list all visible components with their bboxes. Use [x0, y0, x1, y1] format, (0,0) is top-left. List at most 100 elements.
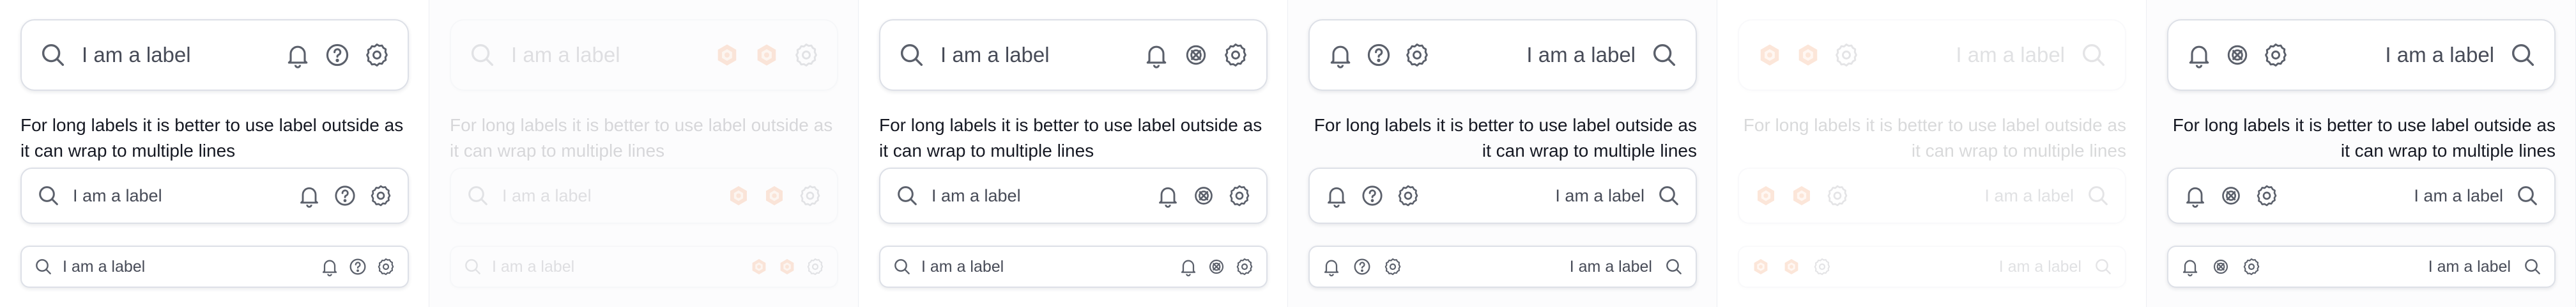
broken-icon[interactable] [713, 41, 741, 69]
search-field-sm[interactable]: I am a label [450, 246, 838, 288]
search-field-sm[interactable]: I am a label [20, 246, 409, 288]
outside-label-note: For long labels it is better to use labe… [20, 115, 404, 161]
settings-icon[interactable] [1227, 183, 1252, 209]
broken-icon[interactable] [726, 183, 751, 209]
broken-icon[interactable] [753, 41, 781, 69]
trailing-icons [716, 183, 823, 209]
bell-icon[interactable] [1326, 41, 1354, 69]
settings-icon[interactable] [2241, 256, 2262, 277]
settings-icon[interactable] [1832, 41, 1860, 69]
bell-icon[interactable] [296, 183, 322, 209]
search-field-lg[interactable]: I am a label [1738, 19, 2126, 91]
broken-icon[interactable] [1781, 256, 1802, 277]
field-label: I am a label [1526, 43, 1636, 67]
broken-icon[interactable] [1789, 183, 1814, 209]
field-label: I am a label [502, 185, 592, 205]
search-field-lg[interactable]: I am a label [879, 19, 1268, 91]
bell-icon[interactable] [1178, 256, 1199, 277]
unknown-icon[interactable] [2211, 256, 2231, 277]
trailing-icons [2180, 256, 2272, 277]
unknown-icon[interactable] [2218, 183, 2244, 209]
trailing-icons [1170, 256, 1255, 277]
search-icon [1664, 256, 1684, 277]
help-icon[interactable] [1360, 183, 1385, 209]
settings-icon[interactable] [1825, 183, 1850, 209]
bell-icon[interactable] [2180, 256, 2200, 277]
field-label: I am a label [2385, 43, 2494, 67]
search-field-sm[interactable]: I am a label [1738, 246, 2126, 288]
search-field-sm[interactable]: I am a label [1308, 246, 1697, 288]
search-icon [2515, 183, 2540, 209]
broken-icon[interactable] [1756, 41, 1784, 69]
bell-icon[interactable] [284, 41, 312, 69]
help-icon[interactable] [332, 183, 358, 209]
search-field-md[interactable]: I am a label [2167, 168, 2556, 224]
search-field-sm[interactable]: I am a label [2167, 246, 2556, 288]
settings-icon[interactable] [2262, 41, 2290, 69]
field-label: I am a label [63, 257, 146, 276]
search-icon [2085, 183, 2111, 209]
trailing-icons [1324, 183, 1431, 209]
broken-icon[interactable] [1794, 41, 1822, 69]
settings-icon[interactable] [797, 183, 823, 209]
field-label: I am a label [1998, 257, 2082, 276]
search-icon [2522, 256, 2543, 277]
trailing-icons [2182, 183, 2290, 209]
bell-icon[interactable] [2182, 183, 2208, 209]
search-field-sm[interactable]: I am a label [879, 246, 1268, 288]
unknown-icon[interactable] [2223, 41, 2251, 69]
search-field-lg[interactable]: I am a label [2167, 19, 2556, 91]
trailing-icons [1756, 41, 1871, 69]
search-field-md[interactable]: I am a label [450, 168, 838, 224]
bell-icon[interactable] [1155, 183, 1181, 209]
search-icon [38, 40, 68, 70]
unknown-icon[interactable] [1206, 256, 1227, 277]
search-field-md[interactable]: I am a label [1308, 168, 1697, 224]
settings-icon[interactable] [368, 183, 394, 209]
bell-icon[interactable] [2185, 41, 2213, 69]
search-icon [1650, 40, 1679, 70]
settings-icon[interactable] [376, 256, 396, 277]
settings-icon[interactable] [805, 256, 825, 277]
settings-icon[interactable] [1383, 256, 1403, 277]
trailing-icons [1145, 183, 1252, 209]
search-field-md[interactable]: I am a label [1738, 168, 2126, 224]
settings-icon[interactable] [363, 41, 391, 69]
search-field-lg[interactable]: I am a label [20, 19, 409, 91]
broken-icon[interactable] [1753, 183, 1779, 209]
settings-icon[interactable] [1222, 41, 1250, 69]
search-field-md[interactable]: I am a label [879, 168, 1268, 224]
settings-icon[interactable] [1234, 256, 1255, 277]
bell-icon[interactable] [1142, 41, 1170, 69]
search-field-md[interactable]: I am a label [20, 168, 409, 224]
field-label: I am a label [73, 185, 162, 205]
search-field-lg[interactable]: I am a label [1308, 19, 1697, 91]
broken-icon[interactable] [1751, 256, 1771, 277]
settings-icon[interactable] [1403, 41, 1431, 69]
search-icon [894, 183, 920, 209]
help-icon[interactable] [1365, 41, 1393, 69]
broken-icon[interactable] [762, 183, 787, 209]
settings-icon[interactable] [792, 41, 820, 69]
broken-icon[interactable] [777, 256, 797, 277]
bell-icon[interactable] [1321, 256, 1342, 277]
help-icon[interactable] [323, 41, 351, 69]
search-field-lg[interactable]: I am a label [450, 19, 838, 91]
search-icon [36, 183, 61, 209]
outside-label-note: For long labels it is better to use labe… [1314, 115, 1697, 161]
search-icon [2079, 40, 2108, 70]
field-label: I am a label [921, 257, 1004, 276]
bell-icon[interactable] [1324, 183, 1349, 209]
trailing-icons [1321, 256, 1413, 277]
help-icon[interactable] [1352, 256, 1372, 277]
settings-icon[interactable] [2254, 183, 2280, 209]
unknown-icon[interactable] [1182, 41, 1210, 69]
unknown-icon[interactable] [1191, 183, 1216, 209]
variant-panel-p6: I am a label For long labels it is better… [2147, 0, 2576, 307]
settings-icon[interactable] [1395, 183, 1421, 209]
search-icon [1656, 183, 1682, 209]
broken-icon[interactable] [749, 256, 769, 277]
bell-icon[interactable] [319, 256, 340, 277]
settings-icon[interactable] [1812, 256, 1832, 277]
help-icon[interactable] [348, 256, 368, 277]
